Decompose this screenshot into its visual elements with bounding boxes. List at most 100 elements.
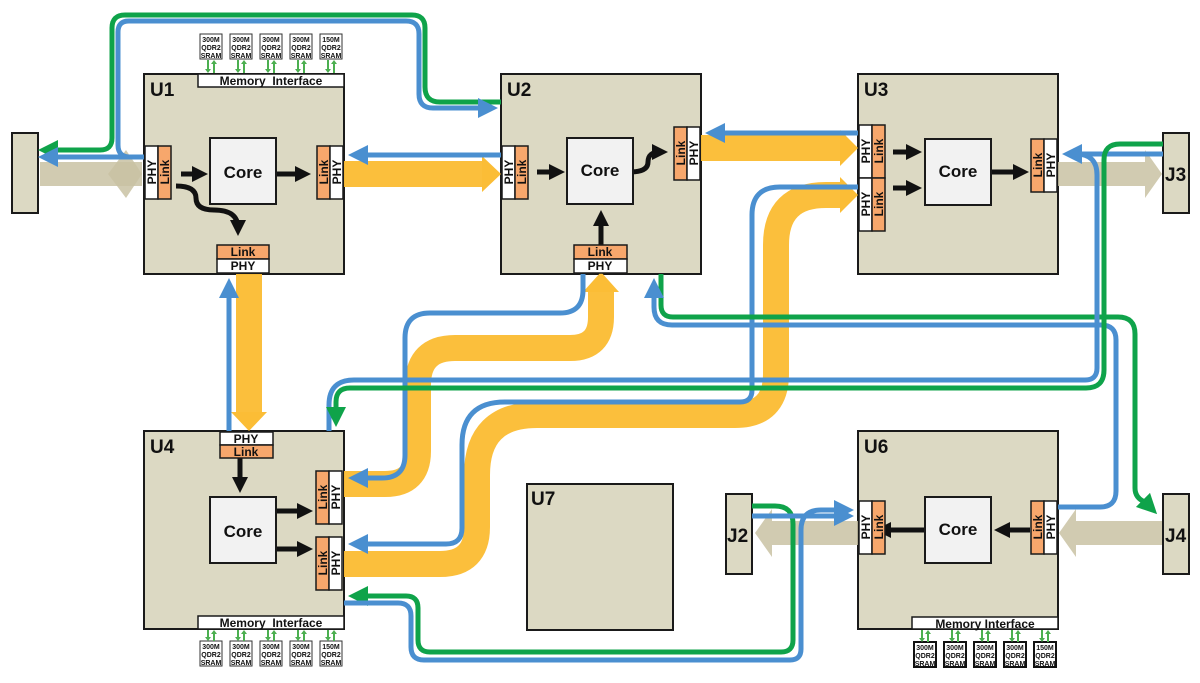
memory-interface-u1: Memory Interface	[197, 73, 345, 88]
memory-interface-u6: Memory Interface	[911, 616, 1059, 631]
phy-label: PHY	[588, 259, 613, 273]
sram-text: SRAM	[915, 661, 936, 668]
port-u6-left: PHY Link	[858, 500, 886, 555]
phy-label: PHY	[1044, 153, 1058, 178]
port-u3-left-1: PHY Link	[858, 124, 886, 179]
sram-module: 150MQDR2SRAM	[319, 630, 343, 667]
sram-module: 300MQDR2SRAM	[943, 630, 967, 668]
sram-module: 300MQDR2SRAM	[229, 630, 253, 667]
sram-module: 150MQDR2SRAM	[1033, 630, 1057, 668]
sram-module: 300MQDR2SRAM	[1003, 630, 1027, 668]
sram-module: 150MQDR2SRAM	[319, 33, 343, 73]
sram-text: QDR2	[945, 653, 965, 660]
memory-interface-label: Memory Interface	[935, 617, 1035, 631]
sram-text: QDR2	[291, 652, 311, 659]
link-label: Link	[674, 140, 688, 165]
link-label: Link	[515, 159, 529, 184]
core-u3: Core	[924, 138, 992, 206]
phy-label: PHY	[687, 141, 701, 166]
sram-text: QDR2	[291, 45, 311, 52]
sram-text: QDR2	[1035, 653, 1055, 660]
sram-text: 300M	[232, 37, 250, 44]
chip-u7: U7	[526, 483, 674, 631]
sram-text: 300M	[916, 645, 934, 652]
sram-text: SRAM	[321, 53, 342, 60]
core-label-u2: Core	[581, 161, 620, 180]
data-path-u1-u2-arrow	[482, 156, 501, 192]
connector-label-j4: J4	[1165, 526, 1187, 547]
core-label-u4: Core	[224, 522, 263, 541]
sram-text: QDR2	[975, 653, 995, 660]
chip-label-u6: U6	[864, 437, 888, 458]
sram-text: SRAM	[201, 660, 222, 667]
sram-text: SRAM	[291, 53, 312, 60]
sram-text: QDR2	[201, 45, 221, 52]
sram-module: 300MQDR2SRAM	[199, 630, 223, 667]
sram-text: SRAM	[231, 660, 252, 667]
memory-interface-u4: Memory Interface	[197, 615, 345, 630]
sram-text: QDR2	[261, 45, 281, 52]
sram-text: 300M	[1006, 645, 1024, 652]
sram-module: 300MQDR2SRAM	[259, 33, 283, 73]
sram-text: SRAM	[291, 660, 312, 667]
sram-text: SRAM	[1035, 661, 1056, 668]
core-u2: Core	[566, 137, 634, 205]
connector-j3: J3	[1162, 132, 1190, 214]
external-path-j4-u6	[1059, 509, 1162, 557]
sram-text: QDR2	[231, 652, 251, 659]
sram-text: 300M	[202, 37, 220, 44]
chip-label-u7: U7	[531, 489, 555, 510]
phy-label: PHY	[231, 259, 256, 273]
sram-module: 300MQDR2SRAM	[289, 33, 313, 73]
link-label: Link	[316, 484, 330, 509]
core-u1: Core	[209, 137, 277, 205]
sram-text: QDR2	[201, 652, 221, 659]
connector-label-j2: J2	[727, 526, 748, 547]
data-path-u1-u4-arrow	[231, 412, 267, 431]
sram-text: QDR2	[321, 45, 341, 52]
sram-text: SRAM	[1005, 661, 1026, 668]
link-label: Link	[1031, 514, 1045, 539]
sram-bank-u6: 300MQDR2SRAM300MQDR2SRAM300MQDR2SRAM300M…	[913, 630, 1057, 668]
port-u4-top: PHY Link	[219, 431, 274, 459]
sram-text: 150M	[322, 37, 340, 44]
sram-module: 300MQDR2SRAM	[199, 33, 223, 73]
sram-text: QDR2	[231, 45, 251, 52]
link-label: Link	[872, 191, 886, 216]
link-label: Link	[872, 138, 886, 163]
system-block-diagram: U1 U2 U3 U4 U6 U7 J3 J2 J4 Core Core Cor…	[11, 12, 1190, 668]
chip-label-u1: U1	[150, 80, 175, 101]
sram-text: SRAM	[975, 661, 996, 668]
core-label-u1: Core	[224, 163, 263, 182]
port-u2-right: Link PHY	[673, 126, 701, 181]
data-path-u4-u3-arrow	[840, 177, 858, 213]
memory-interface-label: Memory Interface	[220, 74, 323, 88]
chip-label-u2: U2	[507, 80, 531, 101]
port-u1-right: Link PHY	[316, 145, 344, 200]
phy-label: PHY	[1044, 515, 1058, 540]
sram-text: 300M	[292, 37, 310, 44]
connector-label-j3: J3	[1165, 165, 1186, 186]
core-u4: Core	[209, 496, 277, 564]
external-path-u3-j3	[1058, 150, 1162, 198]
phy-label: PHY	[859, 515, 873, 540]
phy-label: PHY	[859, 192, 873, 217]
link-label: Link	[1031, 152, 1045, 177]
core-label-u6: Core	[939, 520, 978, 539]
port-u2-left: PHY Link	[501, 145, 529, 200]
port-u4-right-2: Link PHY	[315, 536, 343, 591]
sram-module: 300MQDR2SRAM	[259, 630, 283, 667]
connector-j4: J4	[1162, 493, 1190, 575]
sram-text: SRAM	[321, 660, 342, 667]
link-label: Link	[317, 159, 331, 184]
phy-label: PHY	[329, 551, 343, 576]
sram-text: SRAM	[201, 53, 222, 60]
chip-label-u4: U4	[150, 437, 175, 458]
sram-module: 300MQDR2SRAM	[229, 33, 253, 73]
sram-text: SRAM	[231, 53, 252, 60]
sram-text: 300M	[202, 644, 220, 651]
sram-text: 150M	[1036, 645, 1054, 652]
memory-interface-label: Memory Interface	[220, 616, 323, 630]
phy-label: PHY	[329, 485, 343, 510]
connector-j1	[11, 132, 39, 214]
